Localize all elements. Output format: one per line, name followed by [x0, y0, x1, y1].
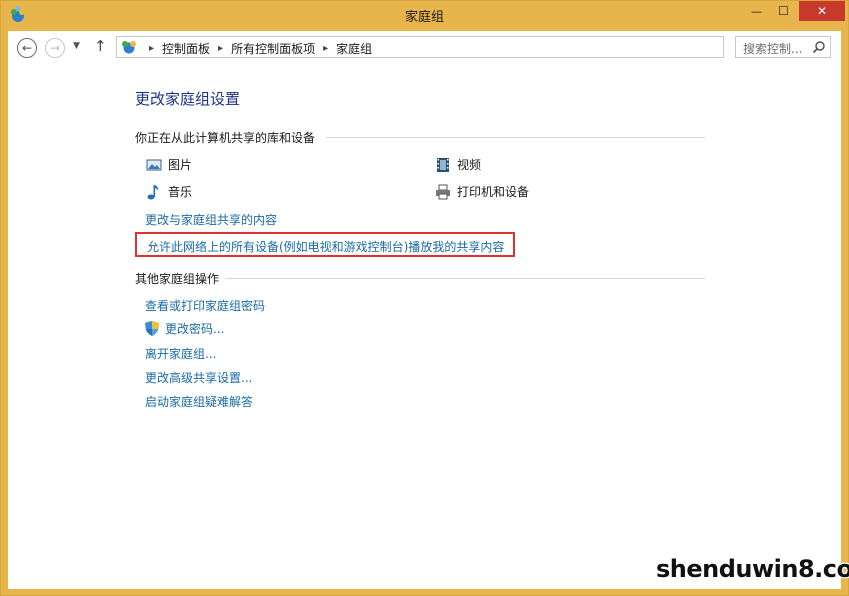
change-password-action: 更改密码...	[145, 320, 224, 337]
chevron-down-icon: ▼	[73, 41, 80, 51]
view-print-password-link[interactable]: 查看或打印家庭组密码	[145, 297, 265, 314]
page-title: 更改家庭组设置	[135, 90, 241, 108]
library-printers: 打印机和设备	[435, 183, 529, 200]
shield-icon	[145, 321, 159, 336]
homegroup-icon	[122, 41, 136, 54]
up-button[interactable]: ↑	[94, 37, 107, 55]
recent-locations-button[interactable]: ▼	[73, 41, 80, 51]
close-icon: ✕	[816, 4, 828, 18]
forward-arrow-icon: →	[49, 41, 61, 55]
breadcrumb-control-panel[interactable]: 控制面板	[162, 40, 210, 57]
maximize-icon: ☐	[778, 4, 789, 18]
up-arrow-icon: ↑	[94, 37, 107, 55]
search-input[interactable]: 搜索控制...	[735, 36, 831, 58]
maximize-button[interactable]: ☐	[770, 1, 797, 21]
address-bar[interactable]: ▸ 控制面板 ▸ 所有控制面板项 ▸ 家庭组 ∨ ↻	[116, 36, 823, 58]
library-pictures: 图片	[146, 156, 192, 173]
videos-icon	[437, 157, 449, 172]
forward-button[interactable]: →	[45, 38, 65, 58]
window: 家庭组 — ☐ ✕ ← → ▼ ↑ ▸ 控制面板 ▸ 所有控制面板项 ▸ 家庭组…	[0, 0, 849, 596]
library-label: 图片	[168, 158, 193, 172]
search-placeholder: 搜索控制...	[743, 42, 803, 56]
troubleshooter-link[interactable]: 启动家庭组疑难解答	[145, 393, 253, 410]
window-title: 家庭组	[404, 10, 444, 25]
other-actions-header: 其他家庭组操作	[135, 272, 220, 286]
back-arrow-icon: ←	[21, 41, 33, 55]
back-button[interactable]: ←	[17, 38, 37, 58]
printer-icon	[436, 184, 450, 199]
breadcrumb-separator[interactable]: ▸	[323, 43, 328, 54]
library-videos: 视频	[435, 156, 481, 173]
minimize-button[interactable]: —	[743, 1, 770, 21]
change-shared-content-link[interactable]: 更改与家庭组共享的内容	[145, 211, 277, 228]
allow-all-devices-link[interactable]: 允许此网络上的所有设备(例如电视和游戏控制台)播放我的共享内容	[147, 238, 504, 255]
leave-homegroup-link[interactable]: 离开家庭组...	[145, 345, 216, 362]
divider	[326, 137, 705, 138]
library-music: 音乐	[146, 183, 192, 200]
change-password-link[interactable]: 更改密码...	[165, 322, 224, 336]
divider	[225, 278, 705, 279]
navigation-toolbar: ← → ▼ ↑ ▸ 控制面板 ▸ 所有控制面板项 ▸ 家庭组 ∨ ↻ 搜索控制.…	[8, 31, 841, 64]
breadcrumb-homegroup[interactable]: 家庭组	[336, 40, 372, 57]
breadcrumb: ▸ 控制面板 ▸ 所有控制面板项 ▸ 家庭组	[141, 40, 372, 57]
watermark: shenduwin8.com	[656, 555, 849, 583]
library-label: 音乐	[168, 185, 193, 199]
music-icon	[147, 184, 159, 199]
title-bar[interactable]: 家庭组 — ☐ ✕	[1, 1, 848, 29]
close-button[interactable]: ✕	[799, 1, 845, 21]
advanced-sharing-link[interactable]: 更改高级共享设置...	[145, 369, 252, 386]
breadcrumb-separator[interactable]: ▸	[149, 43, 154, 54]
main-content: 更改家庭组设置 你正在从此计算机共享的库和设备 图片 视频 音乐 打印机和设备 …	[8, 64, 841, 589]
breadcrumb-separator[interactable]: ▸	[218, 43, 223, 54]
sharing-section-header: 你正在从此计算机共享的库和设备	[135, 131, 316, 145]
search-icon[interactable]	[812, 40, 826, 54]
library-label: 打印机和设备	[457, 185, 530, 199]
library-label: 视频	[457, 158, 482, 172]
pictures-icon	[146, 159, 162, 170]
minimize-icon: —	[751, 4, 762, 18]
breadcrumb-all-items[interactable]: 所有控制面板项	[231, 40, 315, 57]
